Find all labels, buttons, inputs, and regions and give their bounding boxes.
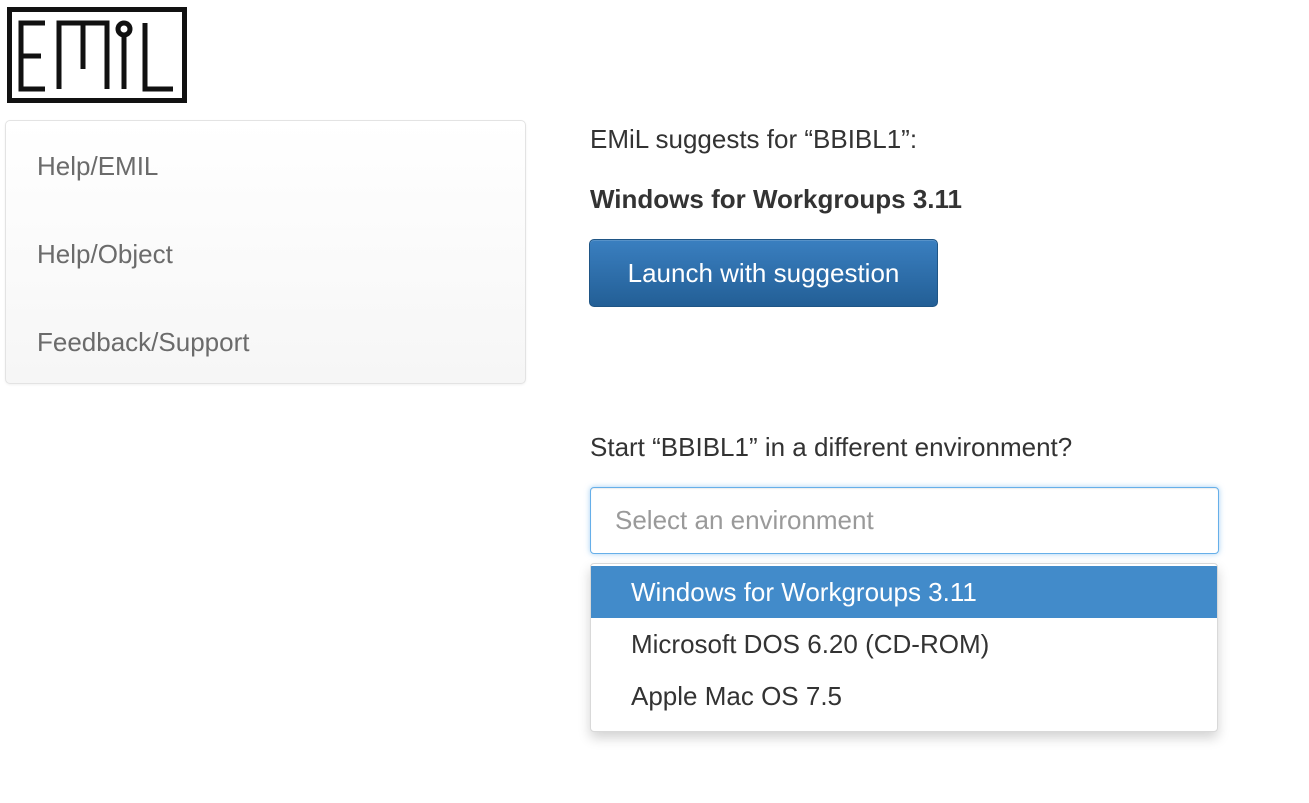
sidebar-item-help-emil[interactable]: Help/EMIL [37,151,158,182]
page: Help/EMIL Help/Object Feedback/Support E… [0,0,1309,803]
dropdown-option-mac-os-75[interactable]: Apple Mac OS 7.5 [591,670,1217,722]
alternative-environment-label: Start “BBIBL1” in a different environmen… [590,432,1073,462]
dropdown-option-ms-dos-620[interactable]: Microsoft DOS 6.20 (CD-ROM) [591,618,1217,670]
suggestion-label: EMiL suggests for “BBIBL1”: [590,124,918,154]
launch-with-suggestion-button[interactable]: Launch with suggestion [589,239,938,307]
sidebar: Help/EMIL Help/Object Feedback/Support [5,120,526,384]
dropdown-option-windows-wfw-311[interactable]: Windows for Workgroups 3.11 [591,566,1217,618]
suggested-environment: Windows for Workgroups 3.11 [590,184,962,214]
environment-dropdown: Windows for Workgroups 3.11 Microsoft DO… [590,563,1218,732]
emil-logo-icon [7,7,187,103]
sidebar-item-feedback-support[interactable]: Feedback/Support [37,327,249,358]
environment-select-input[interactable] [590,487,1219,554]
sidebar-item-help-object[interactable]: Help/Object [37,239,173,270]
